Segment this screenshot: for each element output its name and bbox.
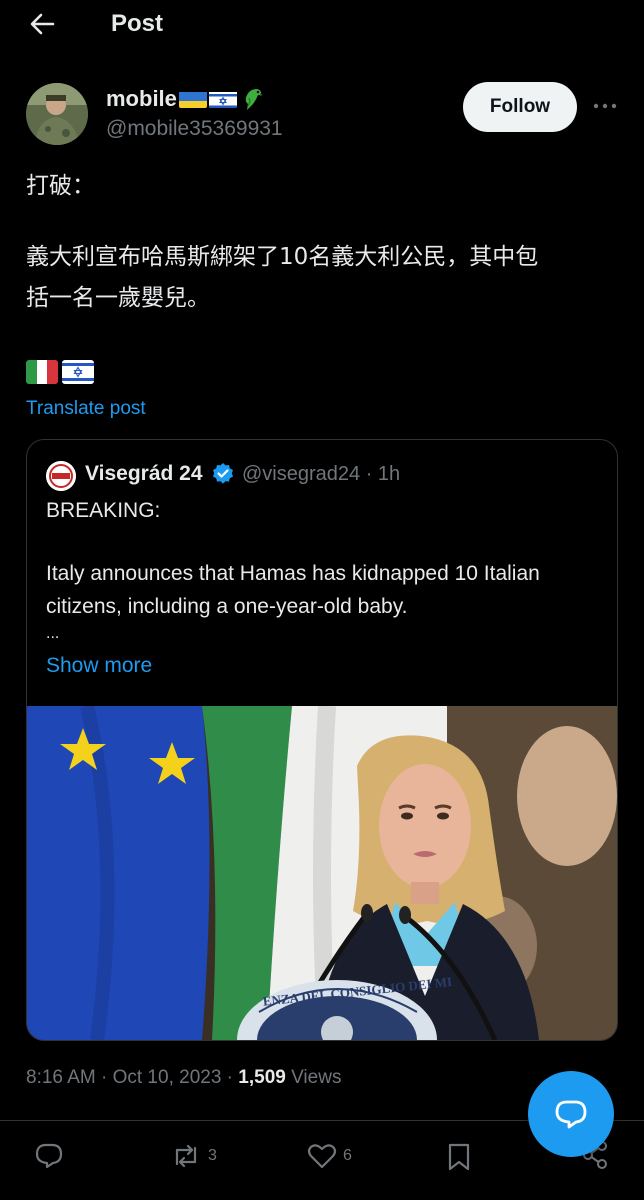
italy-flag-icon [26,360,58,384]
ukraine-flag-icon [178,90,207,108]
more-options-button[interactable] [590,96,620,116]
views-label: Views [285,1067,342,1088]
quoted-handle-time: @visegrad24 · 1h [242,463,401,485]
quoted-text-ellipsis: ... [46,625,60,642]
parrot-icon [239,86,265,112]
quoted-text-line: Italy announces that Hamas has kidnapped… [46,562,540,585]
author-name-row[interactable]: mobile [106,86,265,112]
avatar[interactable] [26,83,88,145]
page-title: Post [111,10,164,37]
back-arrow-icon [30,13,55,35]
reply-icon [35,1143,63,1169]
post-text-line: 義大利宣布哈馬斯綁架了10名義大利公民，其中包 [26,244,539,270]
quoted-media-image[interactable]: ENZA DEL CONSIGLIO DEI MI [27,706,617,1040]
top-bar: Post [0,0,644,50]
verified-badge-icon [211,462,235,486]
author-handle[interactable]: @mobile35369931 [106,117,283,141]
like-count: 6 [343,1147,352,1164]
author-name: mobile [106,86,177,111]
post-text-line: 打破： [26,173,95,199]
post-flags [26,360,94,384]
post-timestamp: 8:16 AM · Oct 10, 2023 · [26,1067,239,1088]
more-dots-icon [593,103,617,109]
bookmark-icon [448,1143,470,1171]
post-meta: 8:16 AM · Oct 10, 2023 · 1,509 Views [26,1067,341,1089]
reply-bubble-icon [555,1100,587,1129]
quoted-text-line: BREAKING: [46,499,161,522]
quoted-author-name: Visegrád 24 [85,462,203,485]
views-count: 1,509 [238,1067,286,1088]
compose-reply-fab[interactable] [528,1071,614,1157]
israel-flag-icon [208,90,237,108]
translate-post-link[interactable]: Translate post [26,398,146,420]
repost-count: 3 [208,1147,217,1164]
reply-button[interactable] [34,1142,70,1170]
repost-icon [175,1144,197,1168]
repost-button[interactable]: 3 [170,1142,217,1170]
israel-flag-icon [62,360,94,384]
heart-icon [307,1144,337,1169]
like-button[interactable]: 6 [307,1142,352,1170]
quoted-avatar [46,461,76,491]
quoted-text-line: citizens, including a one-year-old baby. [46,595,408,618]
quoted-post-card[interactable]: Visegrád 24 @visegrad24 · 1h BREAKING: I… [26,439,618,1041]
show-more-link[interactable]: Show more [46,654,152,678]
post-text-line: 括一名一歲嬰兒。 [26,285,210,311]
avatar-image [26,83,88,145]
back-button[interactable] [22,6,62,42]
follow-button[interactable]: Follow [463,82,577,132]
bookmark-button[interactable] [446,1142,472,1172]
